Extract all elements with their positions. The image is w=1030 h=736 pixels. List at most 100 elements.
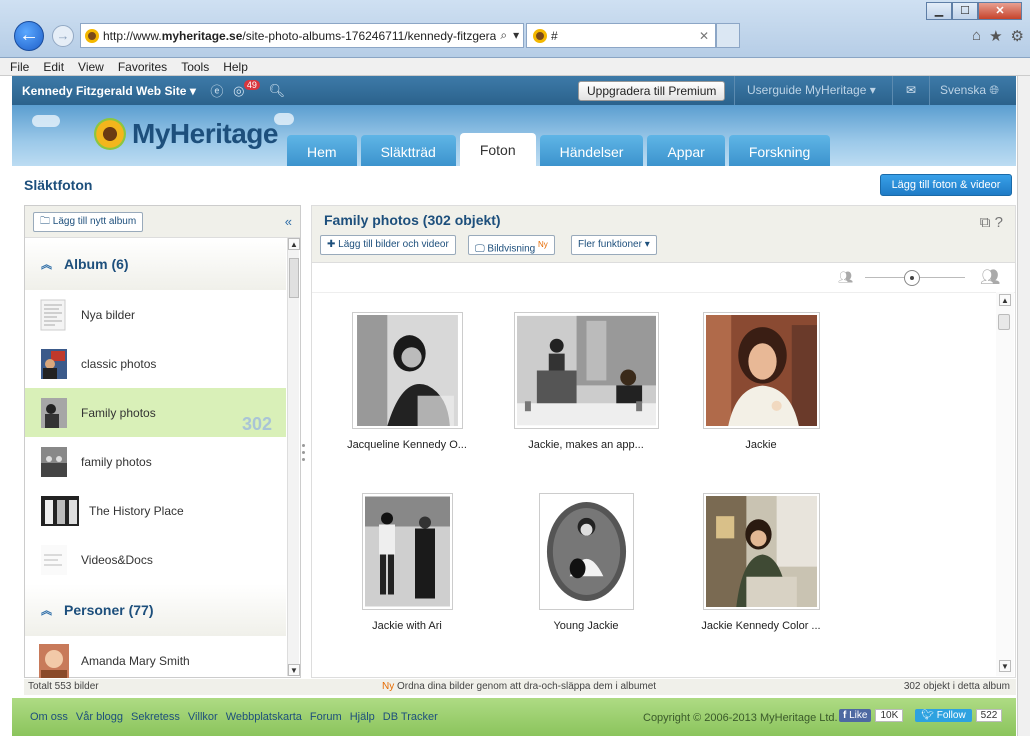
menu-help[interactable]: Help xyxy=(223,58,248,75)
address-bar[interactable]: http://www.myheritage.se/site-photo-albu… xyxy=(80,23,524,48)
copyright: Copyright © 2006-2013 MyHeritage Ltd. xyxy=(643,712,838,724)
upgrade-button[interactable]: Uppgradera till Premium xyxy=(578,81,726,101)
zoom-slider-handle[interactable] xyxy=(904,270,920,286)
album-name: classic photos xyxy=(81,356,157,371)
photo-tile[interactable]: Jackie with Ari xyxy=(322,493,492,632)
search-icon[interactable]: 🔍︎ xyxy=(266,83,288,99)
person-item[interactable]: Amanda Mary Smith xyxy=(25,636,286,685)
footer-link-sitemap[interactable]: Webbplatskarta xyxy=(226,711,302,723)
home-icon[interactable]: ⌂ xyxy=(972,27,981,45)
footer-link-blog[interactable]: Vår blogg xyxy=(76,711,123,723)
photo-tile[interactable]: Jackie Kennedy Color ... xyxy=(676,493,846,632)
address-actions[interactable]: ⌕▾↻ xyxy=(496,28,523,43)
tab-appar[interactable]: Appar xyxy=(647,135,725,166)
site-name: Kennedy Fitzgerald Web Site xyxy=(22,83,187,98)
mail-icon[interactable]: ✉ xyxy=(892,76,930,105)
tab-title: # xyxy=(551,28,558,43)
album-item[interactable]: family photos xyxy=(25,437,286,486)
photo-image xyxy=(705,496,817,607)
tab-handelser[interactable]: Händelser xyxy=(539,135,644,166)
scrollbar-thumb[interactable] xyxy=(289,258,299,298)
page-scrollbar[interactable] xyxy=(1017,76,1030,736)
footer-link-terms[interactable]: Villkor xyxy=(188,711,218,723)
tab-hem[interactable]: Hem xyxy=(287,135,357,166)
language-selector[interactable]: Svenska 🌐︎ xyxy=(940,76,999,105)
panel-splitter[interactable] xyxy=(302,440,308,465)
minimize-icon[interactable]: ▁ xyxy=(926,2,952,20)
footer-link-privacy[interactable]: Sekretess xyxy=(131,711,180,723)
footer-link-about[interactable]: Om oss xyxy=(30,711,68,723)
scroll-down-icon[interactable]: ▼ xyxy=(288,664,300,676)
zoom-slider-row: 👥︎ 👥︎ xyxy=(312,263,1015,293)
collapse-section-icon[interactable]: ︽ xyxy=(41,256,52,272)
sidebar-scrollbar[interactable]: ▲ ▼ xyxy=(287,238,300,676)
scroll-up-icon[interactable]: ▲ xyxy=(288,238,300,250)
slideshow-button[interactable]: 🖵︎ Bildvisning Ny xyxy=(468,235,555,255)
settings-gear-icon[interactable]: ⚙ xyxy=(1011,27,1024,45)
add-photos-button[interactable]: ✚ Lägg till bilder och videor xyxy=(320,235,456,255)
photo-thumbnail[interactable] xyxy=(351,312,463,429)
help-icon[interactable]: ? xyxy=(995,214,1003,231)
more-functions-button[interactable]: Fler funktioner ▾ xyxy=(571,235,657,255)
scroll-up-icon[interactable]: ▲ xyxy=(999,294,1011,306)
favorites-star-icon[interactable]: ★ xyxy=(989,27,1002,45)
facebook-like-button[interactable]: f Like xyxy=(839,709,872,722)
person-name: Amanda Mary Smith xyxy=(81,653,190,668)
footer-link-help[interactable]: Hjälp xyxy=(350,711,375,723)
menu-file[interactable]: File xyxy=(10,58,29,75)
twitter-follow-button[interactable]: 🐦︎ Follow xyxy=(915,709,972,722)
photo-thumbnail[interactable] xyxy=(538,493,634,610)
album-toolbar: Family photos (302 objekt) ✚ Lägg till b… xyxy=(312,206,1015,263)
maximize-icon[interactable]: ☐ xyxy=(952,2,978,20)
search-icon[interactable]: ⌕ xyxy=(500,28,507,43)
large-thumbnails-icon[interactable]: 👥︎ xyxy=(980,267,1000,287)
smart-matches-icon[interactable]: ⓔ xyxy=(206,81,228,100)
photo-thumbnail[interactable] xyxy=(513,312,659,429)
logo[interactable]: MyHeritage xyxy=(94,118,278,150)
browser-tab[interactable]: # ✕ xyxy=(526,23,716,48)
userguide-menu[interactable]: Userguide MyHeritage ▾ xyxy=(734,76,888,105)
forward-arrow-icon[interactable]: → xyxy=(52,25,74,47)
tab-foton[interactable]: Foton xyxy=(459,133,536,166)
scrollbar-thumb[interactable] xyxy=(998,314,1010,330)
like-count: 10K xyxy=(875,709,904,722)
photo-tile[interactable]: Young Jackie xyxy=(501,493,671,632)
photo-thumbnail[interactable] xyxy=(361,493,453,610)
footer-link-forum[interactable]: Forum xyxy=(310,711,342,723)
collapse-sidebar-icon[interactable]: « xyxy=(285,214,292,229)
album-name: Nya bilder xyxy=(81,307,136,322)
menu-tools[interactable]: Tools xyxy=(181,58,209,75)
photo-tile[interactable]: Jackie xyxy=(676,312,846,451)
photo-thumbnail[interactable] xyxy=(702,312,820,429)
album-item-selected[interactable]: Family photos 302 xyxy=(25,388,286,437)
menu-favorites[interactable]: Favorites xyxy=(118,58,167,75)
site-switcher[interactable]: Kennedy Fitzgerald Web Site ▾ xyxy=(12,84,206,98)
photo-thumbnail[interactable] xyxy=(702,493,820,610)
small-thumbnails-icon[interactable]: 👥︎ xyxy=(838,270,853,284)
footer-link-dbtracker[interactable]: DB Tracker xyxy=(383,711,438,723)
collapse-section-icon[interactable]: ︽ xyxy=(41,602,52,618)
menu-view[interactable]: View xyxy=(78,58,104,75)
close-tab-icon[interactable]: ✕ xyxy=(699,29,709,43)
popout-icon[interactable]: ⧉ xyxy=(980,214,991,231)
album-item[interactable]: Nya bilder xyxy=(25,290,286,339)
cloud-decoration xyxy=(32,115,60,127)
album-item[interactable]: Videos&Docs xyxy=(25,535,286,584)
photo-tile[interactable]: Jacqueline Kennedy O... xyxy=(322,312,492,451)
album-item[interactable]: classic photos xyxy=(25,339,286,388)
dropdown-icon[interactable]: ▾ xyxy=(513,28,519,43)
photo-tile[interactable]: Jackie, makes an app... xyxy=(501,312,671,451)
new-tab-button[interactable] xyxy=(716,23,740,48)
new-album-button[interactable]: 🗀︎ Lägg till nytt album xyxy=(33,212,144,232)
add-photos-videos-button[interactable]: Lägg till foton & videor xyxy=(880,174,1012,196)
photos-scrollbar[interactable]: ▲ ▼ xyxy=(996,292,1014,676)
album-item[interactable]: The History Place xyxy=(25,486,286,535)
people-section-header[interactable]: ︽ Personer (77) xyxy=(25,584,286,636)
back-arrow-icon[interactable]: ← xyxy=(14,21,44,51)
tab-forskning[interactable]: Forskning xyxy=(728,135,831,166)
scroll-down-icon[interactable]: ▼ xyxy=(999,660,1011,672)
tab-slakttrad[interactable]: Släktträd xyxy=(360,135,456,166)
menu-edit[interactable]: Edit xyxy=(43,58,64,75)
album-section-header[interactable]: ︽ Album (6) xyxy=(25,238,286,290)
close-window-icon[interactable]: ✕ xyxy=(978,2,1022,20)
